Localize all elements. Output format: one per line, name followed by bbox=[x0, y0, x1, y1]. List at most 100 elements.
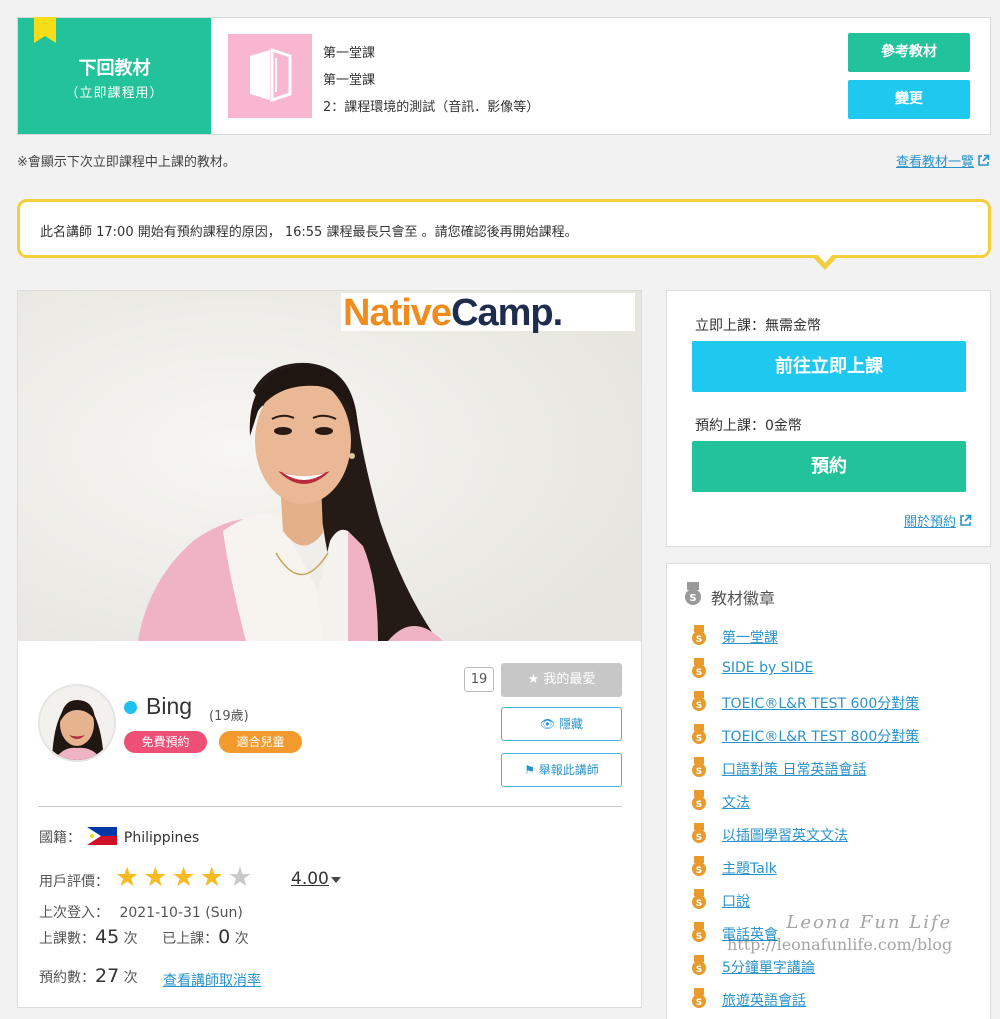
flag-icon: ⚑ bbox=[524, 763, 539, 777]
change-material-button[interactable]: 變更 bbox=[848, 80, 970, 119]
svg-text:S: S bbox=[696, 701, 702, 711]
schedule-notice-text: 此名講師 17:00 開始有預約課程的原因， 16:55 課程最長只會至 。請您… bbox=[40, 225, 578, 240]
material-note: ※會顯示下次立即課程中上課的教材。 bbox=[17, 155, 236, 170]
about-reservation-link[interactable]: 關於預約 bbox=[904, 511, 972, 530]
teacher-name: Bing bbox=[146, 693, 193, 719]
badge-link[interactable]: 主題Talk bbox=[722, 858, 777, 878]
badge-link[interactable]: 口語對策 日常英語會話 bbox=[722, 759, 866, 779]
medal-icon: S bbox=[692, 625, 706, 645]
badge-link[interactable]: 文法 bbox=[722, 792, 750, 812]
svg-text:S: S bbox=[696, 965, 702, 975]
teacher-avatar[interactable] bbox=[38, 684, 116, 762]
teacher-photo-image bbox=[18, 291, 641, 641]
rating-star-icon: ★ bbox=[227, 862, 253, 893]
rating-label: 用戶評價： bbox=[39, 874, 109, 890]
rating-value[interactable]: 4.00 bbox=[291, 869, 329, 889]
badge-link[interactable]: TOEIC®L&R TEST 800分對策 bbox=[722, 726, 919, 746]
badge-link[interactable]: 口說 bbox=[722, 891, 750, 911]
schedule-notice: 此名講師 17:00 開始有預約課程的原因， 16:55 課程最長只會至 。請您… bbox=[17, 199, 991, 258]
badge-link[interactable]: 第一堂課 bbox=[722, 627, 778, 647]
taken-count-value: 0 bbox=[218, 926, 231, 948]
kids-friendly-badge: 適合兒童 bbox=[219, 731, 302, 753]
rating-stars: ★ ★ ★ ★ ★ bbox=[115, 864, 256, 891]
svg-text:S: S bbox=[696, 635, 702, 645]
external-link-icon bbox=[960, 514, 972, 526]
material-list-link[interactable]: 查看教材一覽 bbox=[896, 151, 990, 170]
badge-link[interactable]: 電話英會 bbox=[722, 924, 778, 944]
badges-title: 教材徽章 bbox=[711, 589, 776, 608]
free-reservation-badge: 免費預約 bbox=[124, 731, 207, 753]
svg-text:S: S bbox=[696, 899, 702, 909]
chevron-down-icon[interactable] bbox=[331, 877, 341, 883]
svg-text:S: S bbox=[696, 866, 702, 876]
medal-icon: S bbox=[685, 582, 701, 605]
reservation-count-label: 預約數： bbox=[39, 970, 95, 986]
medal-icon: S bbox=[692, 988, 706, 1008]
svg-text:S: S bbox=[689, 593, 696, 604]
svg-text:S: S bbox=[696, 800, 702, 810]
lesson-count-value: 45 bbox=[95, 926, 120, 948]
nationality-row: 國籍： Philippines bbox=[39, 827, 199, 847]
notice-pointer bbox=[812, 253, 838, 270]
hide-button[interactable]: 👁 隱藏 bbox=[501, 707, 622, 741]
next-material-header: 下回教材 （立即課程用） bbox=[18, 17, 211, 134]
last-login-value: 2021-10-31 (Sun) bbox=[119, 905, 243, 921]
medal-icon: S bbox=[692, 757, 706, 777]
medal-icon: S bbox=[692, 823, 706, 843]
lesson-count-unit: 次 bbox=[123, 931, 138, 947]
favorite-button-label: 我的最愛 bbox=[543, 672, 596, 687]
badge-link[interactable]: 旅遊英語會話 bbox=[722, 990, 806, 1010]
nationality-label: 國籍： bbox=[39, 830, 81, 846]
eye-slash-icon: 👁 bbox=[539, 717, 560, 731]
svg-text:S: S bbox=[696, 767, 702, 777]
svg-text:S: S bbox=[696, 668, 702, 678]
next-material-subtitle: （立即課程用） bbox=[65, 86, 164, 101]
badge-link[interactable]: SIDE by SIDE bbox=[722, 660, 813, 676]
last-login-label: 上次登入： bbox=[39, 905, 109, 921]
hide-button-label: 隱藏 bbox=[559, 717, 584, 731]
material-lesson: 2：課程環境的測試（音訊．影像等） bbox=[323, 100, 540, 115]
booking-panel: 立即上課：無需金幣 前往立即上課 預約上課：0金幣 預約 關於預約 bbox=[666, 290, 991, 547]
favorite-count: 19 bbox=[464, 667, 494, 692]
material-list-link-label[interactable]: 查看教材一覽 bbox=[896, 155, 974, 170]
rating-star-icon: ★ bbox=[115, 862, 140, 893]
material-course: 第一堂課 bbox=[323, 46, 376, 61]
about-reservation-label[interactable]: 關於預約 bbox=[904, 515, 956, 530]
svg-text:S: S bbox=[696, 833, 702, 843]
rating-star-icon: ★ bbox=[199, 862, 224, 893]
last-login-row: 上次登入： 2021-10-31 (Sun) bbox=[39, 902, 243, 922]
bookmark-icon bbox=[34, 17, 56, 43]
reservation-count-value: 27 bbox=[95, 965, 120, 987]
reserve-lesson-label: 預約上課：0金幣 bbox=[695, 418, 802, 434]
report-teacher-button[interactable]: ⚑ 舉報此講師 bbox=[501, 753, 622, 787]
favorite-button[interactable]: ★ 我的最愛 bbox=[501, 663, 622, 697]
instant-lesson-label: 立即上課：無需金幣 bbox=[695, 318, 821, 334]
medal-icon: S bbox=[692, 658, 706, 678]
rating-star-icon: ★ bbox=[171, 862, 196, 893]
nativecamp-logo: NativeCamp. bbox=[341, 293, 635, 333]
badge-link[interactable]: 5分鐘單字講論 bbox=[722, 957, 815, 977]
cancel-rate-link[interactable]: 查看講師取消率 bbox=[163, 970, 261, 990]
lesson-count-row: 上課數：45 次 已上課：0 次 bbox=[39, 926, 249, 948]
medal-icon: S bbox=[692, 922, 706, 942]
badge-link[interactable]: TOEIC®L&R TEST 600分對策 bbox=[722, 693, 919, 713]
teacher-age: (19歲) bbox=[209, 709, 249, 724]
badge-link[interactable]: 以插圖學習英文文法 bbox=[722, 825, 848, 845]
taken-count-unit: 次 bbox=[234, 931, 249, 947]
star-icon: ★ bbox=[527, 672, 544, 687]
online-status-icon bbox=[124, 701, 137, 714]
reservation-count-row: 預約數：27 次 bbox=[39, 965, 138, 987]
next-material-title: 下回教材 bbox=[78, 58, 151, 79]
rating-star-icon: ★ bbox=[143, 862, 168, 893]
instant-lesson-button[interactable]: 前往立即上課 bbox=[692, 341, 966, 392]
reserve-button[interactable]: 預約 bbox=[692, 441, 966, 492]
material-chapter: 第一堂課 bbox=[323, 73, 376, 88]
taken-count-label: 已上課： bbox=[162, 931, 219, 947]
medal-icon: S bbox=[692, 889, 706, 909]
reference-material-button[interactable]: 參考教材 bbox=[848, 33, 970, 72]
material-badges-panel: S 教材徽章 S 第一堂課 S SIDE by SIDE S TOEIC®L&R TEST… bbox=[666, 563, 991, 1019]
philippines-flag-icon bbox=[87, 827, 118, 845]
lesson-count-label: 上課數： bbox=[39, 931, 95, 947]
next-material-panel: 下回教材 （立即課程用） 第一堂課 第一堂課 2：課程環境的測試（音訊．影像等）… bbox=[17, 17, 991, 135]
svg-text:S: S bbox=[696, 998, 702, 1008]
